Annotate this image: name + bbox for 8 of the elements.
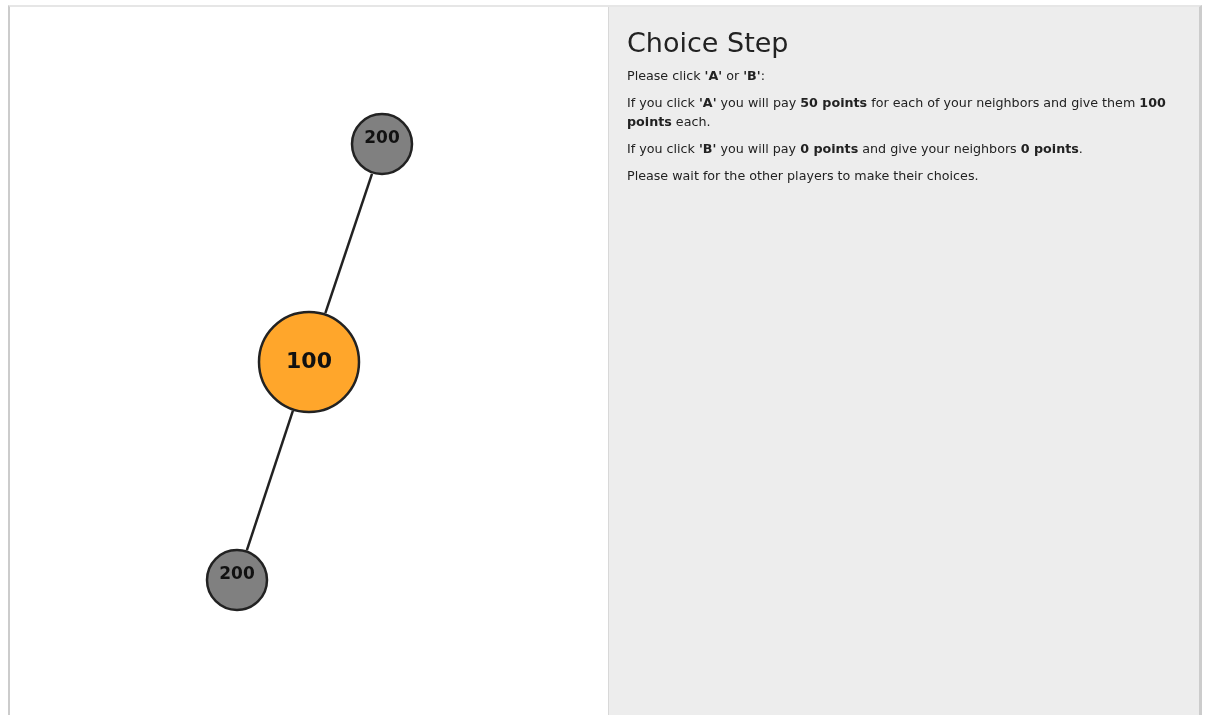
instruction-text: Please wait for the other players to make their choices. [627,167,980,185]
network-node: 100 [257,310,361,414]
panel-title: Choice Step [627,27,790,58]
instruction-text: Please click 'A' or 'B': [627,67,766,85]
network-node: 200 [350,112,414,176]
instruction-text: If you click 'A' you will pay 50 points for each of your neighbors and give them 100 points each. [627,94,1167,131]
network-node: 200 [205,548,269,612]
instruction-text: If you click 'B' you will pay 0 points and give your neighbors 0 points. [627,140,1084,158]
